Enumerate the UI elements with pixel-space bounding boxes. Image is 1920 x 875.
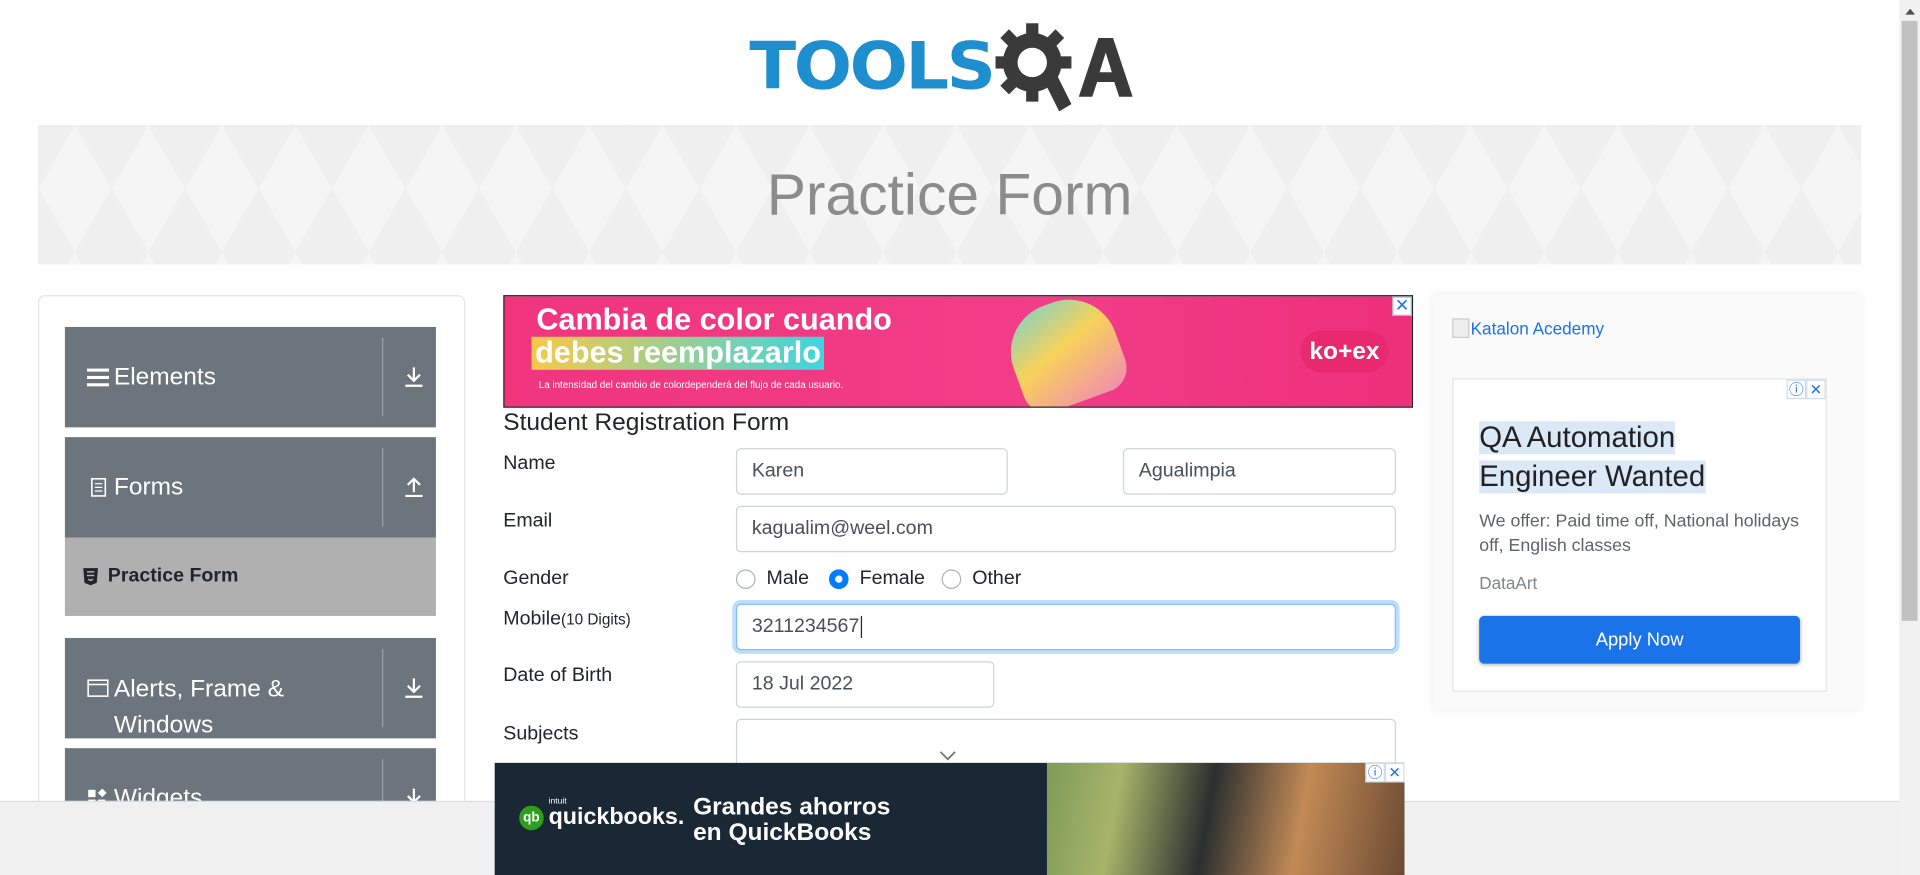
ad-message: Grandes ahorros en QuickBooks — [693, 793, 891, 847]
sidebar-item-practice-form[interactable]: Practice Form — [64, 537, 436, 616]
image-alt-text[interactable]: Katalon Acedemy — [1471, 318, 1604, 338]
close-icon[interactable]: ✕ — [1384, 762, 1405, 783]
job-ad-card[interactable]: ⓘ ✕ QA Automation Engineer Wanted We off… — [1452, 378, 1827, 692]
hamburger-icon — [86, 368, 109, 387]
download-arrow-icon[interactable] — [402, 365, 426, 389]
last-name-value: Agualimpia — [1138, 460, 1236, 482]
sidebar: Elements Forms Practice Form Alerts, Fra… — [37, 295, 466, 810]
radio-circle[interactable] — [941, 569, 962, 589]
sidebar-ad[interactable]: Katalon Acedemy ⓘ ✕ QA Automation Engine… — [1432, 295, 1862, 711]
ad-headline[interactable]: QA Automation Engineer Wanted — [1479, 419, 1785, 497]
upload-arrow-icon[interactable] — [402, 475, 426, 499]
date-of-birth-input[interactable]: 18 Jul 2022 — [735, 661, 995, 708]
html5-icon — [83, 568, 98, 586]
scroll-up-icon[interactable] — [1899, 0, 1920, 21]
document-icon — [91, 477, 107, 497]
radio-circle-selected[interactable] — [828, 569, 849, 589]
logo-tools-text: TOOLS — [749, 28, 996, 105]
mobile-hint: (10 Digits) — [560, 611, 631, 629]
email-input[interactable]: kagualim@weel.com — [735, 505, 1396, 553]
scrollbar-thumb[interactable] — [1901, 20, 1918, 621]
dob-label: Date of Birth — [503, 664, 613, 686]
ad-controls: ⓘ ✕ — [1786, 379, 1826, 400]
sidebar-group-label: Forms — [113, 473, 184, 501]
gender-radio-female[interactable]: Female — [828, 568, 925, 590]
subjects-label: Subjects — [503, 723, 579, 745]
sidebar-group-label-line2: Windows — [113, 711, 214, 739]
sidebar-group-alerts-frame-windows[interactable]: Alerts, Frame & Windows — [64, 637, 436, 739]
ad-fine-print: La intensidad del cambio de colordepende… — [538, 379, 844, 391]
close-icon[interactable]: ✕ — [1392, 296, 1412, 316]
info-icon[interactable]: ⓘ — [1786, 379, 1807, 400]
ad-controls: ⓘ ✕ — [1365, 762, 1405, 783]
ad-headline-line2: debes reemplazarlo — [531, 336, 825, 370]
ad-description: We offer: Paid time off, National holida… — [1479, 511, 1799, 556]
mobile-value: 3211234567 — [751, 615, 860, 637]
gender-radio-other[interactable]: Other — [941, 568, 1021, 590]
first-name-input[interactable]: Karen — [735, 448, 1008, 495]
gender-radio-male[interactable]: Male — [735, 568, 809, 590]
download-arrow-icon[interactable] — [402, 676, 426, 700]
radio-label[interactable]: Male — [767, 568, 809, 590]
brand-name: quickbooks. — [548, 804, 685, 831]
divider — [382, 337, 384, 417]
brand-prefix: intuit — [548, 797, 567, 806]
ad-message-line1: Grandes ahorros — [693, 793, 891, 821]
broken-image-icon — [1452, 318, 1470, 338]
radio-label[interactable]: Female — [860, 568, 925, 590]
name-label: Name — [503, 453, 556, 474]
gender-label: Gender — [503, 568, 569, 589]
email-value: kagualim@weel.com — [751, 517, 933, 539]
sidebar-group-elements[interactable]: Elements — [64, 326, 436, 428]
katalon-image-link[interactable]: Katalon Acedemy — [1452, 318, 1604, 338]
ad-product-image — [997, 296, 1134, 407]
chevron-down-icon[interactable] — [939, 749, 956, 761]
mobile-label: Mobile(10 Digits) — [503, 608, 631, 630]
apply-now-button[interactable]: Apply Now — [1479, 615, 1801, 664]
logo-a-letter — [1079, 37, 1134, 97]
sidebar-item-label: Practice Form — [107, 565, 239, 587]
quickbooks-ad-banner[interactable]: qb intuit quickbooks. Grandes ahorros en… — [494, 762, 1405, 875]
form-title: Student Registration Form — [503, 408, 790, 436]
close-icon[interactable]: ✕ — [1806, 379, 1826, 400]
gear-icon — [996, 23, 1072, 112]
divider — [382, 448, 384, 527]
sidebar-group-label: Elements — [113, 363, 216, 391]
info-icon[interactable]: ⓘ — [1365, 762, 1385, 783]
ad-headline-line1: Cambia de color cuando — [536, 302, 892, 337]
sidebar-group-label-line1: Alerts, Frame & — [113, 675, 284, 703]
kotex-ad-banner[interactable]: Cambia de color cuando debes reemplazarl… — [503, 295, 1414, 408]
page-title: Practice Form — [766, 162, 1133, 228]
quickbooks-logo-icon: qb — [519, 805, 544, 831]
quickbooks-logo: qb intuit quickbooks. — [519, 797, 685, 831]
ad-brand-logo: ko+ex — [1300, 330, 1389, 373]
dob-value: 18 Jul 2022 — [751, 673, 854, 695]
ad-photo — [1046, 762, 1405, 875]
subjects-input[interactable] — [735, 718, 1396, 768]
text-caret — [860, 615, 862, 638]
ad-message-line2: en QuickBooks — [693, 819, 872, 847]
radio-label[interactable]: Other — [972, 568, 1021, 590]
email-label: Email — [503, 510, 553, 532]
sidebar-group-forms[interactable]: Forms — [64, 437, 436, 538]
vertical-scrollbar[interactable] — [1899, 0, 1920, 875]
divider — [382, 648, 384, 728]
window-icon — [87, 679, 109, 697]
toolsqa-logo[interactable]: TOOLS QA — [749, 20, 1134, 116]
radio-circle[interactable] — [735, 569, 756, 589]
ad-advertiser[interactable]: DataArt — [1479, 573, 1537, 593]
first-name-value: Karen — [751, 460, 805, 482]
mobile-input[interactable]: 3211234567 — [735, 603, 1396, 651]
page-banner: Practice Form — [37, 124, 1862, 265]
last-name-input[interactable]: Agualimpia — [1122, 448, 1396, 495]
